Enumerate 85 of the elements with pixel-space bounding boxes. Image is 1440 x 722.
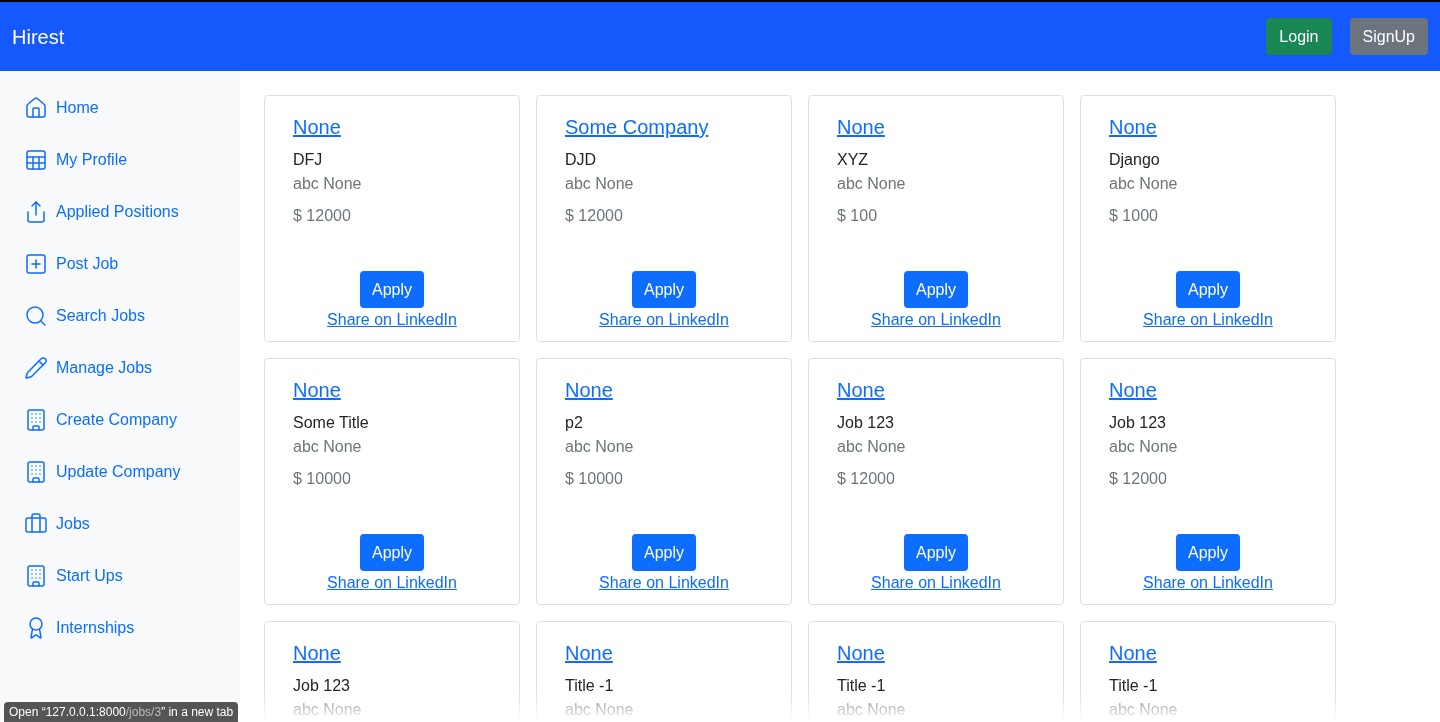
- sidebar-link[interactable]: My Profile: [24, 146, 240, 172]
- house-icon: [24, 96, 48, 120]
- job-location: abc None: [293, 174, 363, 194]
- job-location: abc None: [837, 174, 907, 194]
- sidebar-link[interactable]: Update Company: [24, 458, 240, 484]
- sidebar-link[interactable]: Post Job: [24, 250, 240, 276]
- company-link[interactable]: None: [293, 376, 341, 404]
- company-link[interactable]: None: [1109, 376, 1157, 404]
- job-title: Title -1: [1109, 676, 1159, 696]
- apply-button[interactable]: Apply: [360, 534, 424, 571]
- share-linkedin-link[interactable]: Share on LinkedIn: [871, 308, 1001, 332]
- login-button[interactable]: Login: [1266, 18, 1332, 55]
- job-salary: $ 12000: [1109, 469, 1168, 489]
- share-linkedin-link[interactable]: Share on LinkedIn: [599, 308, 729, 332]
- company-link[interactable]: None: [293, 113, 341, 141]
- company-link[interactable]: None: [293, 639, 341, 667]
- apply-button[interactable]: Apply: [1176, 534, 1240, 571]
- job-location: abc None: [565, 700, 635, 720]
- building-icon: [24, 408, 48, 432]
- company-link[interactable]: None: [837, 639, 885, 667]
- signup-button[interactable]: SignUp: [1349, 18, 1428, 55]
- job-salary: $ 10000: [293, 469, 352, 489]
- job-location: abc None: [293, 437, 363, 457]
- company-link[interactable]: None: [565, 376, 613, 404]
- upload-icon: [24, 200, 48, 224]
- share-linkedin-link[interactable]: Share on LinkedIn: [599, 571, 729, 595]
- job-title: DFJ: [293, 150, 324, 170]
- apply-button[interactable]: Apply: [632, 534, 696, 571]
- apply-button[interactable]: Apply: [904, 534, 968, 571]
- job-salary: $ 1000: [1109, 206, 1159, 226]
- job-title: Django: [1109, 150, 1161, 170]
- company-link[interactable]: None: [837, 113, 885, 141]
- building-icon: [24, 564, 48, 588]
- sidebar-link[interactable]: Manage Jobs: [24, 354, 240, 380]
- sidebar-link[interactable]: Home: [24, 94, 240, 120]
- job-title: Job 123: [293, 676, 351, 696]
- apply-button[interactable]: Apply: [632, 271, 696, 308]
- sidebar-link[interactable]: Internships: [24, 614, 240, 640]
- job-title: Job 123: [837, 413, 895, 433]
- job-title: XYZ: [837, 150, 870, 170]
- job-title: Some Title: [293, 413, 370, 433]
- apply-button[interactable]: Apply: [1176, 271, 1240, 308]
- sidebar-link[interactable]: Search Jobs: [24, 302, 240, 328]
- job-salary: $ 12000: [293, 206, 352, 226]
- job-title: Title -1: [565, 676, 615, 696]
- building-icon: [24, 460, 48, 484]
- share-linkedin-link[interactable]: Share on LinkedIn: [327, 308, 457, 332]
- company-link[interactable]: None: [1109, 639, 1157, 667]
- job-location: abc None: [1109, 700, 1179, 720]
- sidebar-link[interactable]: Create Company: [24, 406, 240, 432]
- briefcase-icon: [24, 512, 48, 536]
- job-title: p2: [565, 413, 584, 433]
- job-location: abc None: [1109, 174, 1179, 194]
- pencil-icon: [24, 356, 48, 380]
- brand-logo[interactable]: Hirest: [12, 22, 65, 51]
- share-linkedin-link[interactable]: Share on LinkedIn: [1143, 571, 1273, 595]
- job-title: DJD: [565, 150, 598, 170]
- job-salary: $ 100: [837, 206, 879, 226]
- company-link[interactable]: None: [1109, 113, 1157, 141]
- company-link[interactable]: None: [565, 639, 613, 667]
- job-salary: $ 10000: [565, 469, 624, 489]
- job-salary: $ 12000: [565, 206, 624, 226]
- sidebar-link[interactable]: Applied Positions: [24, 198, 240, 224]
- job-salary: $ 12000: [837, 469, 896, 489]
- job-location: abc None: [565, 174, 635, 194]
- sidebar-link[interactable]: Start Ups: [24, 562, 240, 588]
- job-location: abc None: [837, 437, 907, 457]
- job-title: Title -1: [837, 676, 887, 696]
- job-location: abc None: [565, 437, 635, 457]
- company-link[interactable]: Some Company: [565, 113, 709, 141]
- plus-square-icon: [24, 252, 48, 276]
- table-icon: [24, 148, 48, 172]
- share-linkedin-link[interactable]: Share on LinkedIn: [1143, 308, 1273, 332]
- apply-button[interactable]: Apply: [360, 271, 424, 308]
- company-link[interactable]: None: [837, 376, 885, 404]
- job-location: abc None: [293, 700, 363, 720]
- search-icon: [24, 304, 48, 328]
- job-title: Job 123: [1109, 413, 1167, 433]
- share-linkedin-link[interactable]: Share on LinkedIn: [871, 571, 1001, 595]
- job-location: abc None: [1109, 437, 1179, 457]
- share-linkedin-link[interactable]: Share on LinkedIn: [327, 571, 457, 595]
- apply-button[interactable]: Apply: [904, 271, 968, 308]
- job-location: abc None: [837, 700, 907, 720]
- sidebar-link[interactable]: Jobs: [24, 510, 240, 536]
- link-preview-status: Open “127.0.0.1:8000/jobs/3” in a new tab: [4, 702, 239, 722]
